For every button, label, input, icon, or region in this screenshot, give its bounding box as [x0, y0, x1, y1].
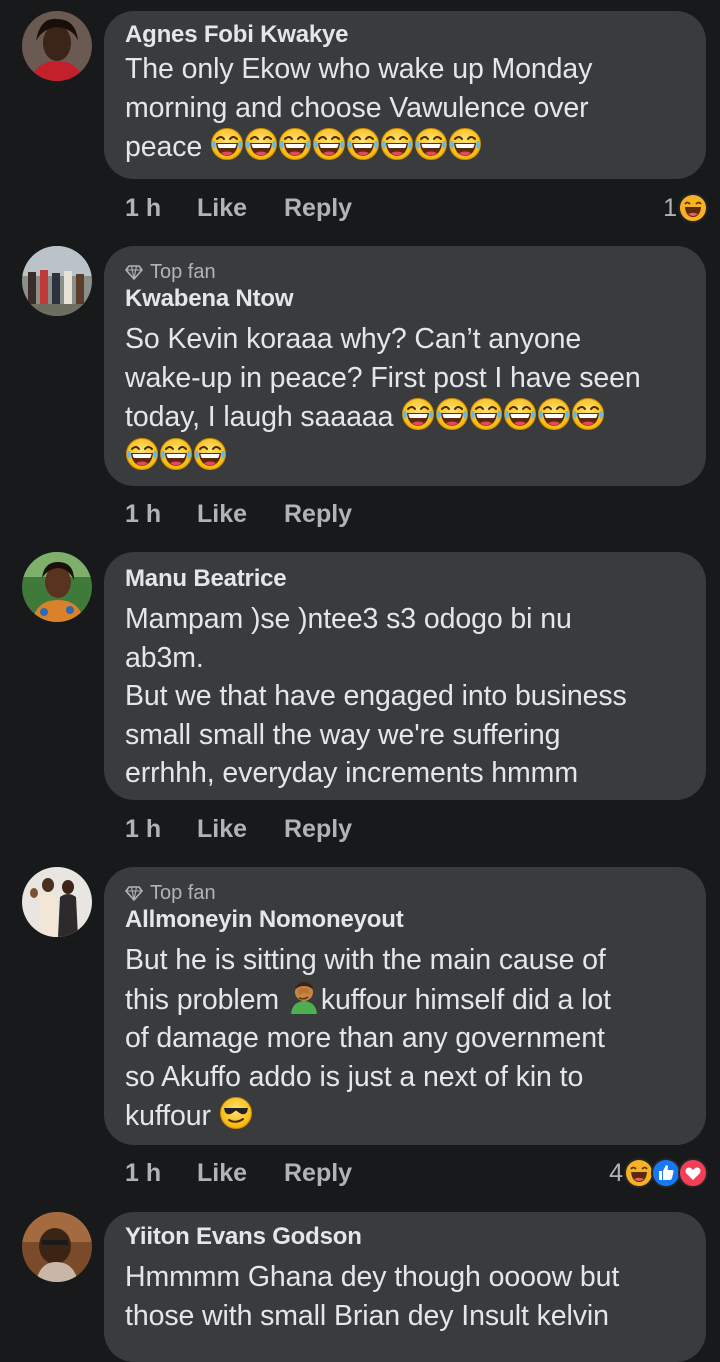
commenter-name[interactable]: Kwabena Ntow: [125, 284, 686, 314]
laughing-emoji-icon: [380, 127, 414, 161]
avatar[interactable]: [22, 246, 92, 316]
laughing-emoji-icon: [435, 397, 469, 431]
top-fan-badge: Top fan: [125, 881, 686, 905]
like-button[interactable]: Like: [197, 815, 284, 844]
comment-text: So Kevin koraaa why? Can’t anyone wake-u…: [125, 320, 686, 476]
like-icon: [651, 1158, 681, 1188]
reaction-count: 1: [663, 193, 677, 222]
avatar[interactable]: [22, 1212, 92, 1282]
comment-actions: 1 h Like Reply: [125, 811, 708, 847]
laughing-emoji-icon: [278, 127, 312, 161]
laughing-emoji-icon: [210, 127, 244, 161]
avatar[interactable]: [22, 867, 92, 937]
comment-bubble: Yiiton Evans Godson Hmmmm Ghana dey thou…: [104, 1212, 706, 1362]
laughing-emoji-icon: [346, 127, 380, 161]
commenter-name[interactable]: Allmoneyin Nomoneyout: [125, 905, 686, 935]
comment-bubble: Top fan Allmoneyin Nomoneyout But he is …: [104, 867, 706, 1145]
comment-bubble: Top fan Kwabena Ntow So Kevin koraaa why…: [104, 246, 706, 486]
laughing-emoji-icon: [312, 127, 346, 161]
reaction-count: 4: [609, 1158, 623, 1187]
reaction-summary[interactable]: 1: [663, 193, 708, 223]
reply-button[interactable]: Reply: [284, 1159, 352, 1188]
laughing-emoji-icon: [414, 127, 448, 161]
commenter-name[interactable]: Agnes Fobi Kwakye: [125, 20, 686, 50]
comment-time[interactable]: 1 h: [125, 815, 197, 844]
diamond-icon: [125, 263, 143, 281]
facepalm-emoji-icon: [287, 980, 321, 1014]
haha-icon: [678, 193, 708, 223]
reply-button[interactable]: Reply: [284, 500, 352, 529]
top-fan-badge: Top fan: [125, 260, 686, 284]
comment-time[interactable]: 1 h: [125, 1159, 197, 1188]
commenter-name[interactable]: Manu Beatrice: [125, 564, 686, 594]
avatar[interactable]: [22, 552, 92, 622]
laughing-emoji-icon: [401, 397, 435, 431]
reply-button[interactable]: Reply: [284, 194, 352, 223]
avatar[interactable]: [22, 11, 92, 81]
diamond-icon: [125, 884, 143, 902]
like-button[interactable]: Like: [197, 1159, 284, 1188]
laughing-emoji-icon: [193, 437, 227, 471]
like-button[interactable]: Like: [197, 500, 284, 529]
haha-icon: [624, 1158, 654, 1188]
comment-actions: 1 h Like Reply: [125, 496, 708, 532]
laughing-emoji-icon: [125, 437, 159, 471]
comment-text: The only Ekow who wake up Monday morning…: [125, 53, 593, 163]
laughing-emoji-icon: [469, 397, 503, 431]
like-button[interactable]: Like: [197, 194, 284, 223]
laughing-emoji-icon: [503, 397, 537, 431]
reply-button[interactable]: Reply: [284, 815, 352, 844]
comment-text: But he is sitting with the main cause of…: [125, 944, 611, 1132]
laughing-emoji-icon: [537, 397, 571, 431]
top-fan-label: Top fan: [150, 261, 216, 283]
love-icon: [678, 1158, 708, 1188]
comment-text: Hmmmm Ghana dey though oooow but those w…: [125, 1261, 620, 1332]
comment-time[interactable]: 1 h: [125, 500, 197, 529]
laughing-emoji-icon: [571, 397, 605, 431]
laughing-emoji-icon: [244, 127, 278, 161]
reaction-summary[interactable]: 4: [609, 1158, 708, 1188]
comment-bubble: Agnes Fobi Kwakye The only Ekow who wake…: [104, 11, 706, 179]
comment-bubble: Manu Beatrice Mampam )se )ntee3 s3 odogo…: [104, 552, 706, 800]
comment-actions: 1 h Like Reply 1: [125, 190, 708, 226]
sunglasses-emoji-icon: [219, 1096, 253, 1130]
comment-time[interactable]: 1 h: [125, 194, 197, 223]
top-fan-label: Top fan: [150, 882, 216, 904]
laughing-emoji-icon: [159, 437, 193, 471]
comment-actions: 1 h Like Reply 4: [125, 1155, 708, 1191]
commenter-name[interactable]: Yiiton Evans Godson: [125, 1222, 686, 1252]
laughing-emoji-icon: [448, 127, 482, 161]
comment-text: Mampam )se )ntee3 s3 odogo bi nu ab3m. B…: [125, 603, 627, 789]
